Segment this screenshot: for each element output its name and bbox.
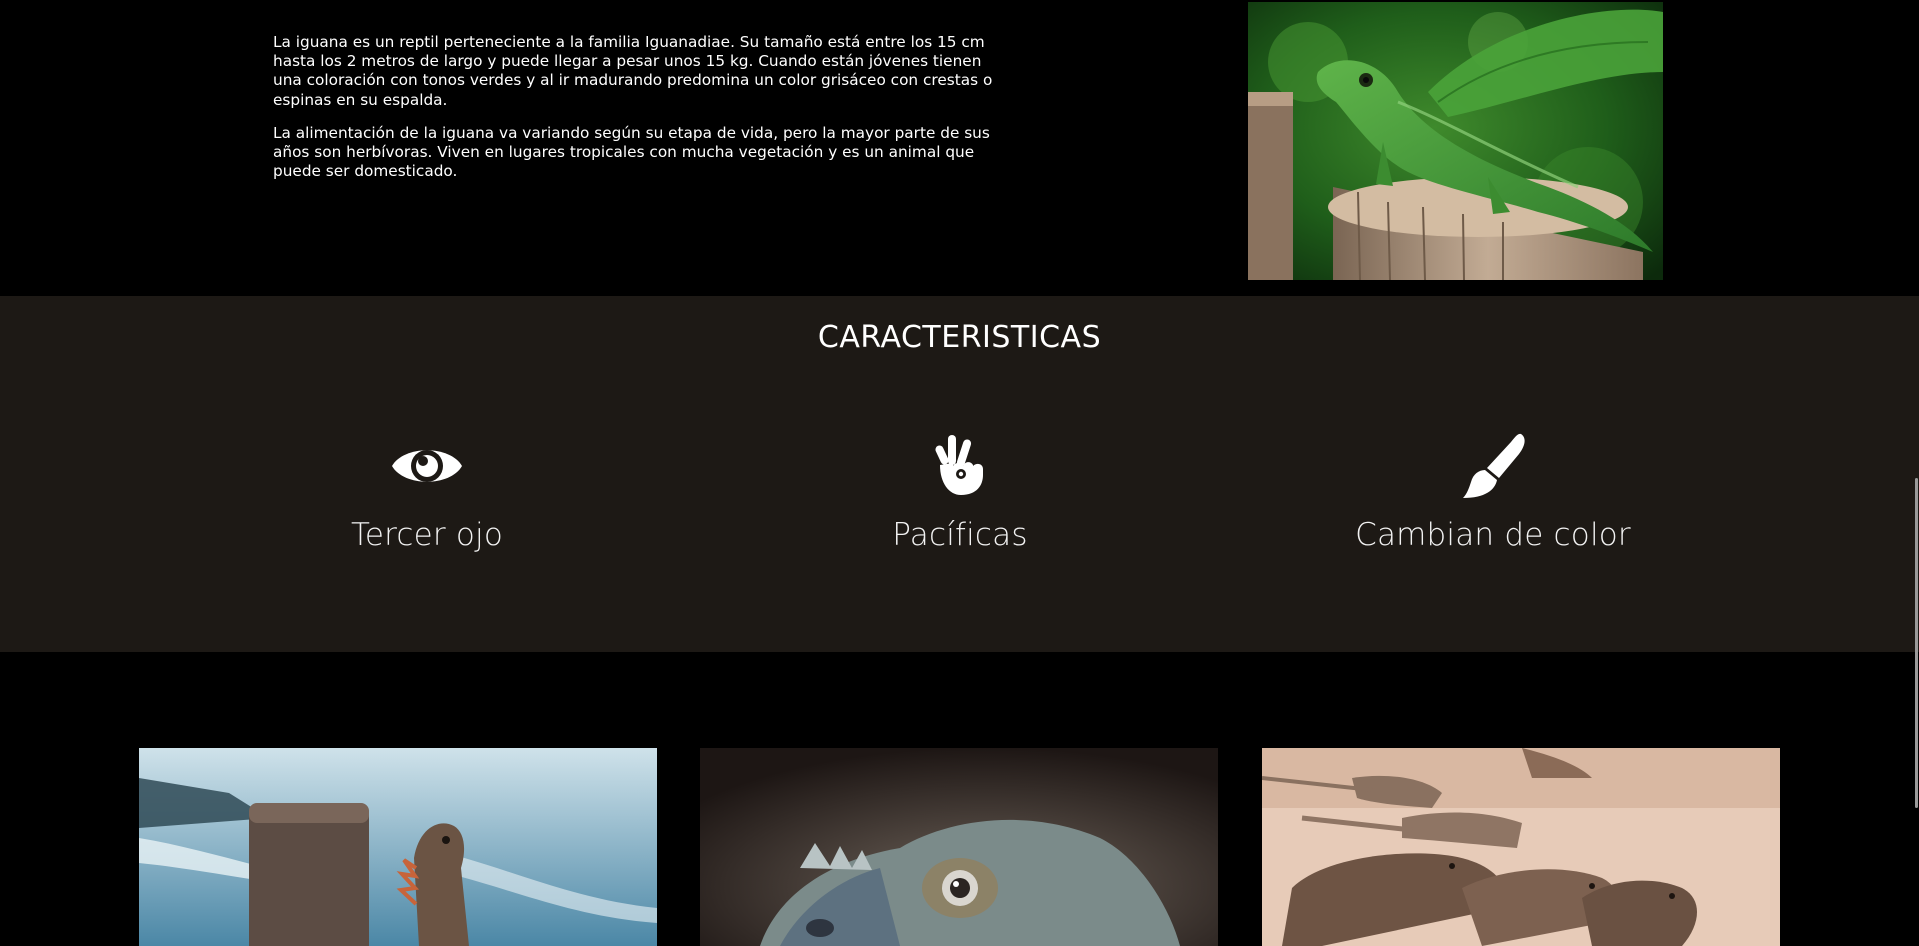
intro-text: La iguana es un reptil perteneciente a l… bbox=[273, 33, 998, 195]
scrollbar-thumb[interactable] bbox=[1915, 478, 1918, 808]
green-iguana-photo bbox=[1248, 2, 1663, 280]
gallery-photo-iguana-on-post bbox=[139, 748, 657, 946]
intro-paragraph-1: La iguana es un reptil perteneciente a l… bbox=[273, 33, 993, 109]
eye-icon bbox=[227, 432, 627, 500]
intro-section: La iguana es un reptil perteneciente a l… bbox=[0, 0, 1919, 296]
features-title: CARACTERISTICAS bbox=[817, 320, 1102, 355]
feature-tercer-ojo: Tercer ojo bbox=[227, 432, 627, 553]
gallery-photo-iguana-closeup bbox=[700, 748, 1218, 946]
feature-label: Pacíficas bbox=[892, 517, 1028, 553]
vertical-scrollbar[interactable] bbox=[1913, 0, 1919, 946]
feature-label: Tercer ojo bbox=[350, 517, 504, 553]
feature-cambian-de-color: Cambian de color bbox=[1293, 432, 1693, 553]
feature-pacificas: Pacíficas bbox=[760, 432, 1160, 553]
features-section: CARACTERISTICAS Tercer ojo Pacíficas Cam… bbox=[0, 296, 1919, 652]
hand-peace-icon bbox=[760, 432, 1160, 500]
intro-paragraph-2: La alimentación de la iguana va variando… bbox=[273, 123, 990, 181]
gallery-photo-iguanas-on-sand bbox=[1262, 748, 1780, 946]
paint-brush-icon bbox=[1293, 432, 1693, 500]
page: La iguana es un reptil perteneciente a l… bbox=[0, 0, 1919, 946]
feature-label: Cambian de color bbox=[1355, 517, 1631, 553]
